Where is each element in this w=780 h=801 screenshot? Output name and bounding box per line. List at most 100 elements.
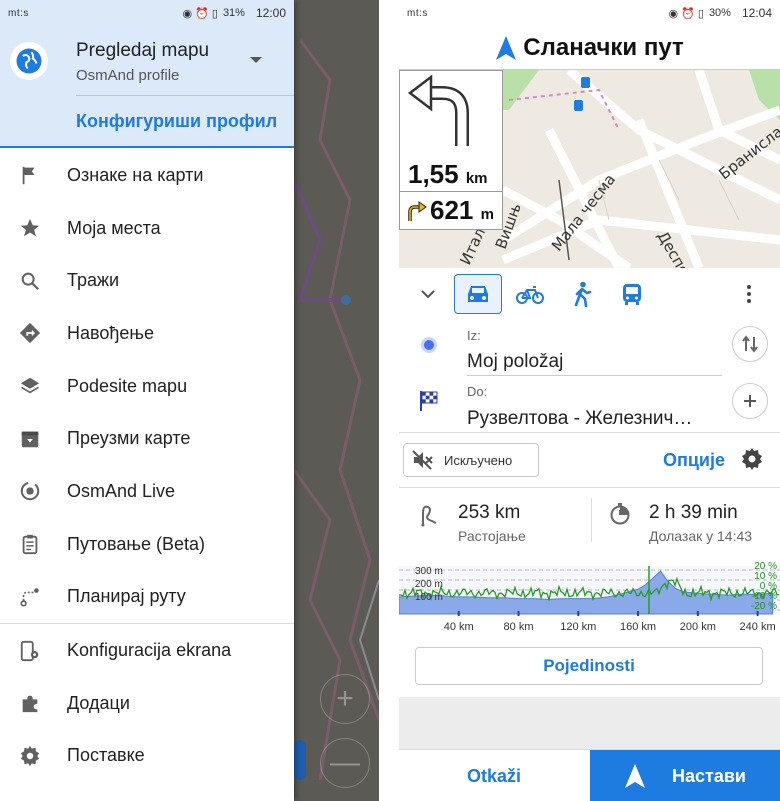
start-navigation-button[interactable]: Настави bbox=[590, 750, 780, 801]
chevron-down-icon[interactable] bbox=[250, 57, 262, 63]
then-turn-value: 621 bbox=[430, 195, 474, 225]
cancel-button[interactable]: Otkaži bbox=[399, 750, 589, 801]
x-tick-label: 80 km bbox=[504, 621, 534, 633]
route-to-row[interactable]: Do: Рузвелтова - Железнич… bbox=[399, 378, 780, 432]
menu-item-label: Podesite mapu bbox=[67, 375, 188, 396]
sound-toggle-button[interactable]: Искључено bbox=[403, 443, 539, 477]
add-waypoint-button[interactable] bbox=[732, 383, 768, 419]
sound-toggle-label: Искључено bbox=[444, 452, 513, 468]
menu-item-label: Навођење bbox=[67, 322, 155, 343]
start-navigation-label: Настави bbox=[672, 765, 746, 786]
options-button[interactable]: Опције bbox=[663, 450, 725, 471]
plus-icon bbox=[744, 395, 756, 407]
x-tick-label: 120 km bbox=[560, 621, 596, 633]
route-summary: 253 km Растојање 2 h 39 min Долазак у 14… bbox=[399, 488, 780, 552]
header-divider bbox=[76, 95, 294, 96]
menu-item-label: Konfiguracija ekrana bbox=[67, 640, 232, 661]
gear-icon bbox=[18, 744, 42, 768]
route-from-row[interactable]: Iz: Мој položaj bbox=[399, 322, 780, 378]
bottom-spacer bbox=[399, 697, 780, 749]
x-tick-label: 200 km bbox=[680, 621, 716, 633]
x-tick-label: 160 km bbox=[620, 621, 656, 633]
route-distance: 253 km bbox=[458, 502, 521, 523]
menu-item-label: Поставке bbox=[67, 745, 145, 766]
puzzle-icon bbox=[18, 691, 42, 715]
sound-off-icon bbox=[412, 450, 433, 470]
menu-item-label: OsmAnd Live bbox=[67, 480, 176, 501]
flag-icon bbox=[18, 163, 42, 187]
screen-config-icon bbox=[18, 639, 42, 663]
menu-item-label: Ознаке на карти bbox=[67, 164, 204, 185]
bus-icon bbox=[623, 284, 641, 305]
route-options-bar: Искључено Опције bbox=[399, 432, 780, 488]
route-time: 2 h 39 min bbox=[649, 502, 738, 523]
then-turn-unit: m bbox=[480, 206, 494, 223]
x-tick-label: 40 km bbox=[444, 621, 474, 633]
details-button[interactable]: Pojedinosti bbox=[415, 647, 763, 685]
navigation-arrow-icon bbox=[625, 764, 645, 788]
menu-item-map-markers[interactable]: Ознаке на карти bbox=[0, 149, 294, 202]
y-tick-left: 200 m bbox=[415, 579, 443, 590]
y-tick-left: 300 m bbox=[415, 566, 443, 577]
battery-level: 31% bbox=[222, 7, 245, 19]
zoom-in-button[interactable]: + bbox=[320, 674, 370, 724]
menu-item-configure-map[interactable]: Podesite mapu bbox=[0, 360, 294, 413]
y-tick-left: 100 m bbox=[415, 592, 443, 603]
stopwatch-icon bbox=[610, 503, 630, 525]
menu-item-screen-config[interactable]: Konfiguracija ekrana bbox=[0, 624, 294, 677]
then-turn-panel: 621 m bbox=[399, 192, 503, 230]
configure-profile-link[interactable]: Конфигуриши профил bbox=[76, 111, 277, 132]
swap-button[interactable] bbox=[732, 326, 768, 362]
zoom-out-button[interactable]: — bbox=[320, 738, 370, 788]
car-icon bbox=[468, 286, 488, 302]
then-turn-distance: 621 m bbox=[430, 195, 494, 226]
menu-item-osmand-live[interactable]: OsmAnd Live bbox=[0, 465, 294, 518]
profile-subtitle: OsmAnd profile bbox=[76, 67, 180, 84]
mode-car-button[interactable] bbox=[454, 274, 502, 314]
clock: 12:00 bbox=[255, 6, 286, 20]
star-icon bbox=[18, 216, 42, 240]
menu-item-label: Путовање (Beta) bbox=[67, 533, 206, 554]
settings-gear-icon[interactable] bbox=[740, 447, 764, 471]
mode-bicycle-button[interactable] bbox=[506, 274, 554, 314]
bottom-action-bar: Otkaži Настави bbox=[399, 749, 780, 801]
menu-item-label: Додаци bbox=[67, 692, 130, 713]
turn-left-arrow-icon bbox=[407, 74, 469, 146]
menu-item-settings[interactable]: Поставке bbox=[0, 730, 294, 783]
menu-item-navigation[interactable]: Навођење bbox=[0, 307, 294, 360]
mode-pedestrian-button[interactable] bbox=[558, 274, 606, 314]
status-icons: ◉ ⏰ ▯ bbox=[668, 7, 704, 20]
globe-icon[interactable] bbox=[10, 42, 48, 80]
more-options-icon[interactable] bbox=[746, 284, 752, 304]
status-bar: mt:s ◉ ⏰ ▯ 30% 12:04 bbox=[399, 0, 780, 26]
profile-title[interactable]: Pregledaj mapu bbox=[76, 40, 209, 62]
next-turn-panel[interactable]: 1,55 km bbox=[399, 70, 503, 192]
menu-item-plan-route[interactable]: Планирај руту bbox=[0, 571, 294, 624]
right-screen: mt:s ◉ ⏰ ▯ 30% 12:04 Сланачки пут Бранис… bbox=[399, 0, 780, 801]
turn-distance-unit: km bbox=[465, 170, 488, 187]
from-value[interactable]: Мој položaj bbox=[467, 351, 563, 373]
elevation-chart[interactable]: 300 m 200 m 100 m 20 % 10 % 0 % -10 % -20 % 40 k… bbox=[399, 556, 780, 638]
bicycle-icon bbox=[516, 286, 544, 304]
elevation-chart-svg: 300 m200 m100 m20 %10 %0 %-10 %-20 %40 k… bbox=[399, 561, 780, 633]
drawer-menu: Ознаке на карти Моја места Тражи Навођењ… bbox=[0, 149, 294, 782]
menu-item-download-maps[interactable]: Преузми карте bbox=[0, 412, 294, 465]
pedestrian-icon bbox=[574, 281, 592, 307]
screen-gap bbox=[379, 0, 399, 801]
mode-bus-button[interactable] bbox=[608, 274, 656, 314]
route-distance-label: Растојање bbox=[458, 528, 526, 544]
menu-item-search[interactable]: Тражи bbox=[0, 254, 294, 307]
swap-icon bbox=[742, 335, 758, 353]
search-icon bbox=[18, 269, 42, 293]
to-value[interactable]: Рузвелтова - Железнич… bbox=[467, 408, 692, 430]
live-update-icon bbox=[18, 479, 42, 503]
status-icons: ◉ ⏰ ▯ bbox=[182, 7, 218, 20]
collapse-chevron-icon[interactable] bbox=[419, 285, 437, 303]
menu-item-travel[interactable]: Путовање (Beta) bbox=[0, 518, 294, 571]
turn-right-arrow-icon bbox=[408, 201, 427, 221]
x-tick-label: 240 km bbox=[740, 621, 776, 633]
menu-item-my-places[interactable]: Моја места bbox=[0, 202, 294, 255]
navigation-arrow-icon bbox=[496, 35, 517, 60]
menu-item-plugins[interactable]: Додаци bbox=[0, 677, 294, 730]
to-label: Do: bbox=[467, 384, 488, 399]
